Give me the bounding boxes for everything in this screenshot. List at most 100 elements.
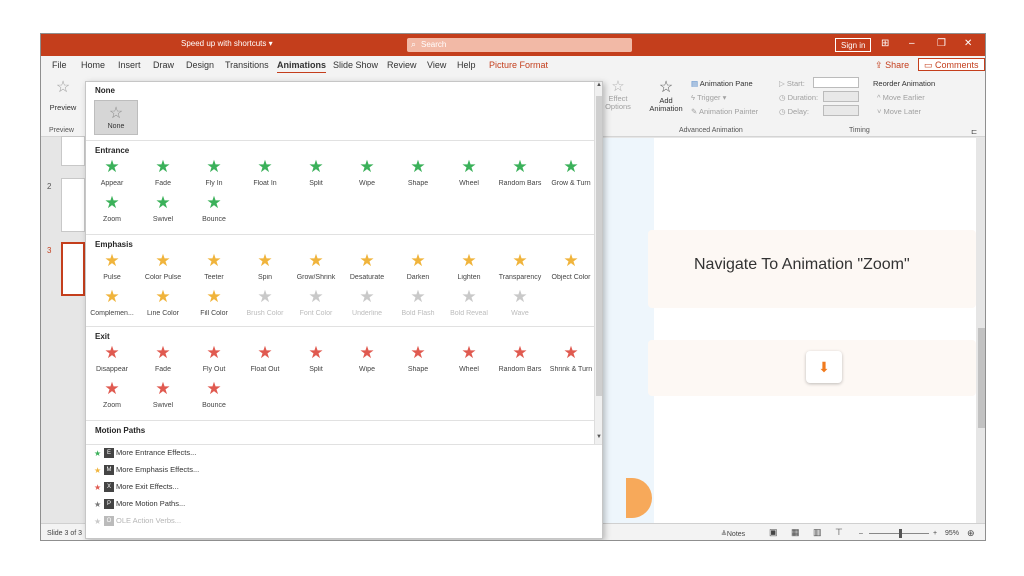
ribbon-display-icon[interactable]: ⊞: [881, 38, 889, 50]
exit-effect-fade[interactable]: ★ Fade: [137, 342, 189, 382]
fit-to-window-icon[interactable]: ⊕: [967, 528, 975, 539]
exit-effect-split[interactable]: ★ Split: [290, 342, 342, 382]
emphasis-effect-color-pulse[interactable]: ★ Color Pulse: [137, 250, 189, 290]
scroll-down-icon[interactable]: ▼: [596, 434, 602, 440]
tab-file[interactable]: File: [52, 60, 67, 70]
exit-effect-random-bars[interactable]: ★ Random Bars: [494, 342, 546, 382]
emphasis-effect-grow-shrink[interactable]: ★ Grow/Shrink: [290, 250, 342, 290]
tab-transitions[interactable]: Transitions: [225, 60, 269, 70]
tab-help[interactable]: Help: [457, 60, 476, 70]
tab-picture-format[interactable]: Picture Format: [489, 60, 548, 70]
entrance-effect-random-bars[interactable]: ★ Random Bars: [494, 156, 546, 196]
notes-button[interactable]: ≜Notes: [721, 530, 745, 538]
emphasis-star-icon: ★: [359, 251, 375, 270]
entrance-effect-swivel[interactable]: ★ Swivel: [137, 192, 189, 232]
slide[interactable]: Navigate To Animation "Zoom" ⬇: [648, 138, 976, 523]
tab-view[interactable]: View: [427, 60, 446, 70]
emphasis-effect-pulse[interactable]: ★ Pulse: [86, 250, 138, 290]
tab-review[interactable]: Review: [387, 60, 417, 70]
effect-options-button[interactable]: ☆ Effect Options: [603, 77, 633, 111]
scrollbar-thumb[interactable]: [978, 328, 985, 428]
entrance-effect-bounce[interactable]: ★ Bounce: [188, 192, 240, 232]
duration-field[interactable]: [823, 91, 859, 102]
slide-thumbnail-1[interactable]: [61, 136, 85, 166]
more-entrance-effects[interactable]: ★ E More Entrance Effects...: [94, 448, 196, 459]
entrance-effect-fly-in[interactable]: ★ Fly In: [188, 156, 240, 196]
shortcuts-tip[interactable]: Speed up with shortcuts ▾: [181, 39, 273, 48]
arrow-down-icon[interactable]: ⬇: [806, 351, 842, 383]
none-animation[interactable]: ☆ None: [94, 100, 138, 135]
emphasis-effect-teeter[interactable]: ★ Teeter: [188, 250, 240, 290]
slide-thumbnail-3[interactable]: [61, 242, 85, 296]
move-later-button[interactable]: ˅ Move Later: [877, 107, 921, 116]
slideshow-icon[interactable]: ⊤: [835, 527, 843, 538]
zoom-out-icon[interactable]: –: [859, 530, 863, 537]
emphasis-effect-spin[interactable]: ★ Spin: [239, 250, 291, 290]
exit-effect-disappear[interactable]: ★ Disappear: [86, 342, 138, 382]
comments-button[interactable]: ▭ Comments: [918, 58, 985, 71]
trigger-button[interactable]: ϟ Trigger ▾: [691, 93, 726, 102]
animation-painter-button[interactable]: ✎ Animation Painter: [691, 107, 758, 116]
exit-effect-wheel[interactable]: ★ Wheel: [443, 342, 495, 382]
exit-effect-swivel[interactable]: ★ Swivel: [137, 378, 189, 418]
exit-effect-wipe[interactable]: ★ Wipe: [341, 342, 393, 382]
more-emphasis-effects[interactable]: ★ M More Emphasis Effects...: [94, 465, 199, 476]
start-dropdown[interactable]: [813, 77, 859, 88]
exit-effect-zoom[interactable]: ★ Zoom: [86, 378, 138, 418]
exit-effect-shrink-turn[interactable]: ★ Shrink & Turn: [545, 342, 597, 382]
collapse-ribbon-icon[interactable]: ⊏: [971, 127, 977, 136]
exit-effect-bounce[interactable]: ★ Bounce: [188, 378, 240, 418]
scroll-up-icon[interactable]: ▲: [596, 82, 602, 88]
maximize-button[interactable]: ❐: [937, 38, 946, 50]
delay-field[interactable]: [823, 105, 859, 116]
tab-draw[interactable]: Draw: [153, 60, 174, 70]
entrance-effect-float-in[interactable]: ★ Float In: [239, 156, 291, 196]
search-box[interactable]: ⌕ Search: [407, 38, 632, 52]
slide-title[interactable]: Navigate To Animation "Zoom": [694, 256, 910, 274]
preview-button[interactable]: ☆ Preview: [49, 77, 77, 115]
share-button[interactable]: ⇪ Share: [875, 60, 909, 71]
animation-pane-button[interactable]: ▤ Animation Pane: [691, 79, 753, 88]
reading-view-icon[interactable]: ▥: [813, 527, 822, 538]
zoom-level[interactable]: 95%: [945, 530, 959, 537]
entrance-effect-wheel[interactable]: ★ Wheel: [443, 156, 495, 196]
entrance-effect-wipe[interactable]: ★ Wipe: [341, 156, 393, 196]
add-animation-button[interactable]: ☆ Add Animation: [645, 77, 687, 113]
close-button[interactable]: ✕: [964, 38, 972, 50]
emphasis-effect-line-color[interactable]: ★ Line Color: [137, 286, 189, 326]
emphasis-effect-fill-color[interactable]: ★ Fill Color: [188, 286, 240, 326]
normal-view-icon[interactable]: ▣: [769, 527, 778, 538]
exit-effect-fly-out[interactable]: ★ Fly Out: [188, 342, 240, 382]
slide-thumbnail-2[interactable]: [61, 178, 85, 232]
emphasis-effect-object-color[interactable]: ★ Object Color: [545, 250, 597, 290]
entrance-effect-split[interactable]: ★ Split: [290, 156, 342, 196]
tab-home[interactable]: Home: [81, 60, 105, 70]
exit-effect-shape[interactable]: ★ Shape: [392, 342, 444, 382]
entrance-effect-grow-turn[interactable]: ★ Grow & Turn: [545, 156, 597, 196]
zoom-in-icon[interactable]: +: [933, 530, 937, 537]
emphasis-effect-transparency[interactable]: ★ Transparency: [494, 250, 546, 290]
gallery-scrollbar[interactable]: ▲ ▼: [594, 82, 602, 444]
gallery-scrollbar-thumb[interactable]: [596, 96, 602, 396]
zoom-slider-thumb[interactable]: [899, 529, 902, 538]
emphasis-effect-complemen[interactable]: ★ Complemen...: [86, 286, 138, 326]
minimize-button[interactable]: –: [909, 38, 915, 50]
entrance-effect-appear[interactable]: ★ Appear: [86, 156, 138, 196]
vertical-scrollbar[interactable]: [976, 138, 985, 523]
entrance-effect-fade[interactable]: ★ Fade: [137, 156, 189, 196]
more-exit-effects[interactable]: ★ X More Exit Effects...: [94, 482, 179, 493]
more-motion-paths[interactable]: ★ P More Motion Paths...: [94, 499, 185, 510]
slide-sorter-icon[interactable]: ▦: [791, 527, 800, 538]
tab-slide-show[interactable]: Slide Show: [333, 60, 378, 70]
emphasis-effect-lighten[interactable]: ★ Lighten: [443, 250, 495, 290]
exit-effect-float-out[interactable]: ★ Float Out: [239, 342, 291, 382]
sign-in-button[interactable]: Sign in: [835, 38, 872, 52]
tab-animations[interactable]: Animations: [277, 60, 327, 74]
tab-design[interactable]: Design: [186, 60, 214, 70]
emphasis-effect-darken[interactable]: ★ Darken: [392, 250, 444, 290]
entrance-effect-shape[interactable]: ★ Shape: [392, 156, 444, 196]
move-earlier-button[interactable]: ^ Move Earlier: [877, 93, 925, 102]
emphasis-effect-desaturate[interactable]: ★ Desaturate: [341, 250, 393, 290]
entrance-effect-zoom[interactable]: ★ Zoom: [86, 192, 138, 232]
tab-insert[interactable]: Insert: [118, 60, 141, 70]
